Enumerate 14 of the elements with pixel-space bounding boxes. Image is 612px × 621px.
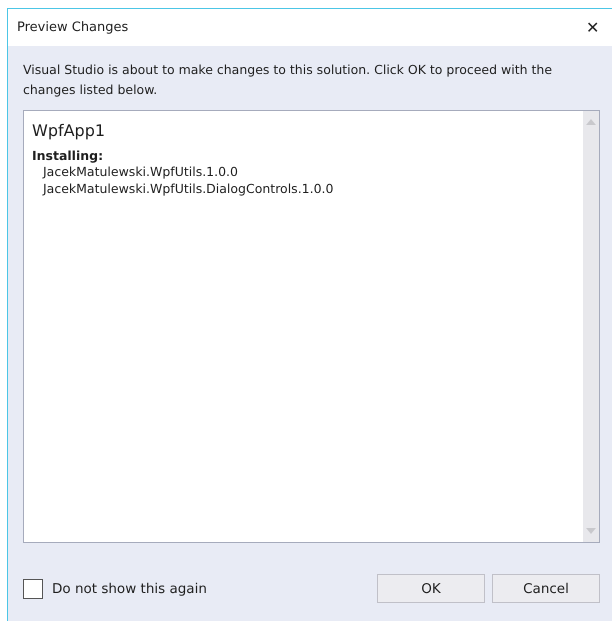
- scroll-up-icon[interactable]: [586, 119, 596, 125]
- window-title: Preview Changes: [17, 20, 128, 35]
- cancel-button[interactable]: Cancel: [492, 574, 600, 603]
- message-text: Visual Studio is about to make changes to this solution. Click OK to proceed with the changes listed below.: [23, 61, 554, 99]
- scroll-down-icon[interactable]: [586, 528, 596, 534]
- ok-button[interactable]: OK: [377, 574, 485, 603]
- package-name: JacekMatulewski.WpfUtils.1.0.0: [41, 163, 239, 180]
- package-name: JacekMatulewski.WpfUtils.DialogControls.1.0.0: [41, 180, 334, 197]
- project-name: WpfApp1: [32, 121, 106, 140]
- checkbox-label[interactable]: Do not show this again: [52, 580, 207, 596]
- close-button[interactable]: ✕: [582, 16, 603, 40]
- scrollbar[interactable]: [583, 111, 599, 542]
- checkbox[interactable]: [23, 578, 43, 598]
- section-heading: Installing:: [32, 148, 104, 163]
